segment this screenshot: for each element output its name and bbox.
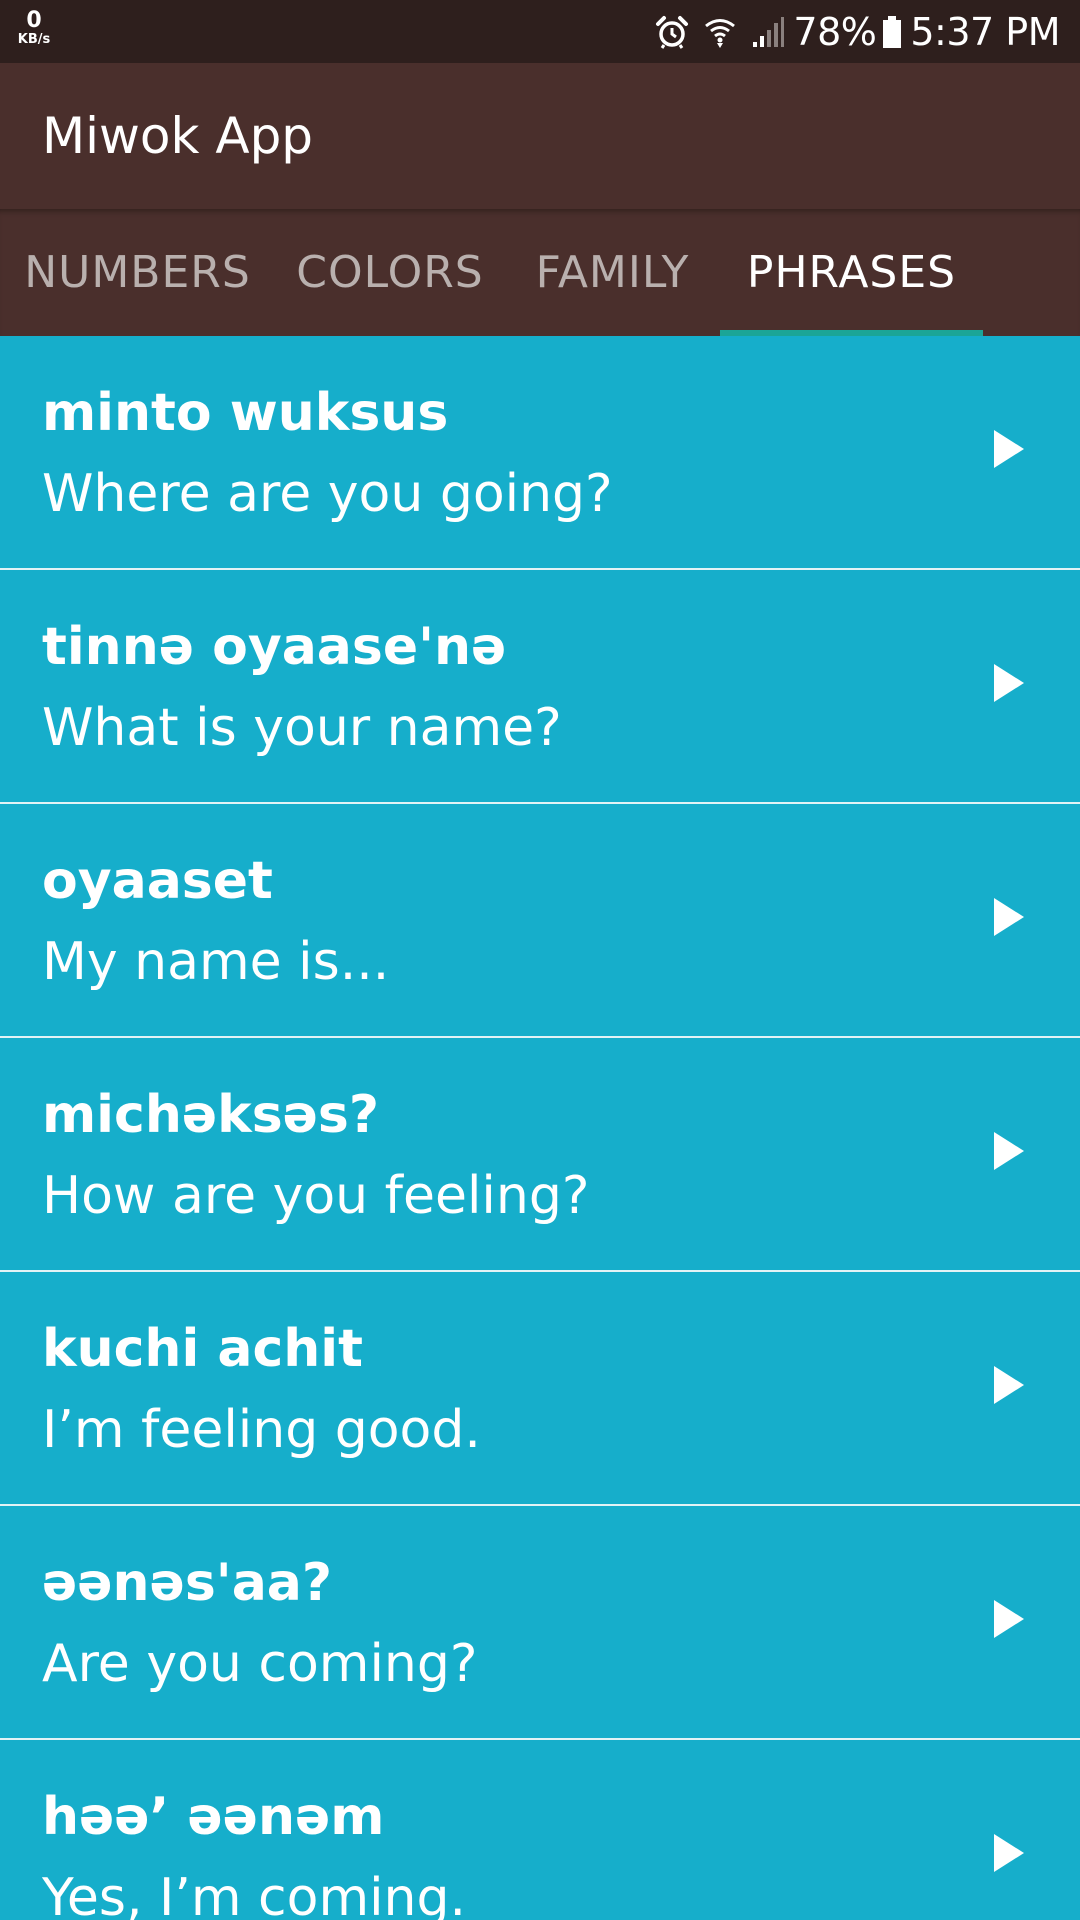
default-translation: My name is...: [42, 932, 390, 992]
signal-icon: [751, 15, 785, 49]
app-bar: Miwok App: [0, 63, 1080, 209]
default-translation: What is your name?: [42, 698, 562, 758]
list-item[interactable]: michəksəs? How are you feeling?: [0, 1038, 1080, 1272]
battery-percent: 78%: [793, 9, 877, 54]
list-item[interactable]: əənəs'aa? Are you coming?: [0, 1506, 1080, 1740]
tab-bar: NUMBERS COLORS FAMILY PHRASES: [0, 209, 1080, 336]
status-bar: 0 KB/s 78% 5:37 PM: [0, 0, 1080, 63]
play-icon[interactable]: [994, 664, 1024, 702]
miwok-translation: həə’ əənəm: [42, 1787, 385, 1847]
app-title: Miwok App: [42, 107, 314, 165]
network-speed: 0 KB/s: [14, 8, 54, 47]
miwok-translation: əənəs'aa?: [42, 1553, 333, 1613]
play-icon[interactable]: [994, 430, 1024, 468]
play-icon[interactable]: [994, 898, 1024, 936]
list-item[interactable]: oyaaset My name is...: [0, 804, 1080, 1038]
default-translation: Are you coming?: [42, 1634, 478, 1694]
phrase-list: minto wuksus Where are you going? tinnə …: [0, 336, 1080, 1920]
list-item[interactable]: tinnə oyaase'nə What is your name?: [0, 570, 1080, 804]
alarm-icon: [655, 15, 689, 49]
play-icon[interactable]: [994, 1834, 1024, 1872]
miwok-translation: kuchi achit: [42, 1319, 363, 1379]
play-icon[interactable]: [994, 1600, 1024, 1638]
tab-numbers[interactable]: NUMBERS: [0, 209, 275, 336]
clock: 5:37 PM: [910, 9, 1060, 54]
battery-icon: [882, 15, 902, 49]
default-translation: I’m feeling good.: [42, 1400, 481, 1460]
tab-phrases[interactable]: PHRASES: [720, 209, 983, 336]
miwok-translation: oyaaset: [42, 851, 273, 911]
screen: 0 KB/s 78% 5:37 PM Miwok App NUMBERS COL…: [0, 0, 1080, 1920]
tab-family[interactable]: FAMILY: [505, 209, 720, 336]
miwok-translation: minto wuksus: [42, 383, 449, 443]
default-translation: How are you feeling?: [42, 1166, 590, 1226]
network-speed-value: 0: [26, 8, 42, 33]
miwok-translation: michəksəs?: [42, 1085, 380, 1145]
default-translation: Yes, I’m coming.: [42, 1868, 467, 1920]
miwok-translation: tinnə oyaase'nə: [42, 617, 507, 677]
status-icons: 78% 5:37 PM: [641, 0, 1060, 63]
wifi-icon: [703, 15, 737, 49]
network-speed-unit: KB/s: [17, 32, 51, 47]
list-item[interactable]: həə’ əənəm Yes, I’m coming.: [0, 1740, 1080, 1920]
default-translation: Where are you going?: [42, 464, 613, 524]
play-icon[interactable]: [994, 1366, 1024, 1404]
list-item[interactable]: kuchi achit I’m feeling good.: [0, 1272, 1080, 1506]
tab-colors[interactable]: COLORS: [275, 209, 505, 336]
list-item[interactable]: minto wuksus Where are you going?: [0, 336, 1080, 570]
play-icon[interactable]: [994, 1132, 1024, 1170]
